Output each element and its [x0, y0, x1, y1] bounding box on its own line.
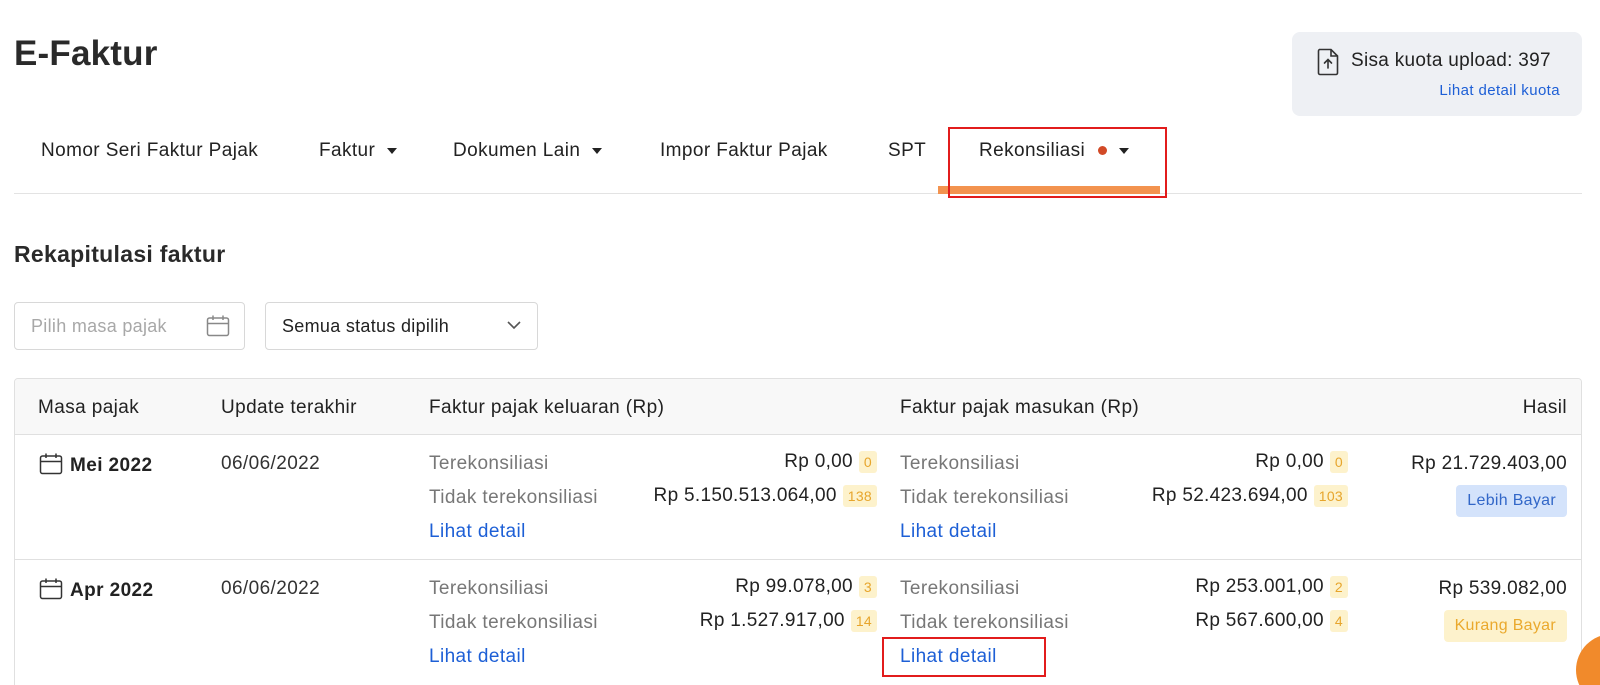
nav-item-impor[interactable]: Impor Faktur Pajak — [660, 140, 828, 162]
nav-item-spt[interactable]: SPT — [888, 140, 926, 162]
nav-item-label: Impor Faktur Pajak — [660, 140, 828, 161]
count-badge: 0 — [1329, 451, 1348, 473]
output-unreconciled-amount: Rp 5.150.513.064,00 138 — [654, 485, 877, 507]
period-picker-placeholder: Pilih masa pajak — [31, 316, 167, 336]
updated-date: 06/06/2022 — [221, 578, 321, 599]
page-title: E-Faktur — [14, 34, 158, 73]
count-badge: 4 — [1329, 610, 1348, 632]
highlight-input-detail-link — [882, 637, 1046, 677]
column-header-result: Hasil — [1522, 397, 1567, 418]
output-reconciled-label: Terekonsiliasi — [429, 578, 549, 599]
count-badge: 0 — [858, 451, 877, 473]
recap-table: Masa pajak Update terakhir Faktur pajak … — [14, 378, 1582, 685]
column-header-output: Faktur pajak keluaran (Rp) — [429, 397, 665, 418]
status-select-value: Semua status dipilih — [282, 316, 450, 336]
amount-value: Rp 52.423.694,00 — [1151, 485, 1308, 506]
result-amount: Rp 539.082,00 — [1438, 578, 1567, 599]
amount-value: Rp 99.078,00 — [735, 576, 853, 597]
input-reconciled-amount: Rp 0,00 0 — [1255, 451, 1348, 473]
input-unreconciled-amount: Rp 52.423.694,00 103 — [1152, 485, 1348, 507]
output-detail-link[interactable]: Lihat detail — [429, 521, 526, 543]
count-badge: 3 — [858, 576, 877, 598]
input-unreconciled-label: Tidak terekonsiliasi — [900, 612, 1069, 633]
input-reconciled-label: Terekonsiliasi — [900, 453, 1020, 474]
section-title: Rekapitulasi faktur — [14, 241, 226, 267]
period-picker[interactable]: Pilih masa pajak — [14, 302, 245, 350]
column-header-input: Faktur pajak masukan (Rp) — [900, 397, 1140, 418]
table-row: Apr 2022 06/06/2022 Terekonsiliasi Rp 99… — [15, 559, 1581, 683]
quota-label: Sisa kuota upload: 397 — [1351, 50, 1551, 71]
count-badge: 2 — [1329, 576, 1348, 598]
count-badge: 14 — [850, 610, 877, 632]
status-badge: Kurang Bayar — [1443, 610, 1567, 642]
amount-value: Rp 0,00 — [784, 451, 853, 472]
output-reconciled-amount: Rp 0,00 0 — [784, 451, 877, 473]
period-label: Apr 2022 — [70, 580, 154, 601]
output-detail-link[interactable]: Lihat detail — [429, 646, 526, 668]
main-nav: Nomor Seri Faktur Pajak Faktur Dokumen L… — [14, 128, 1582, 194]
table-header: Masa pajak Update terakhir Faktur pajak … — [15, 379, 1581, 435]
status-badge: Lebih Bayar — [1456, 485, 1567, 517]
caret-down-icon — [592, 148, 603, 154]
nav-item-label: Faktur — [319, 140, 376, 161]
result-amount: Rp 21.729.403,00 — [1411, 453, 1567, 474]
chevron-down-icon — [507, 321, 521, 330]
nav-item-label: Nomor Seri Faktur Pajak — [41, 140, 259, 161]
amount-value: Rp 5.150.513.064,00 — [653, 485, 837, 506]
updated-date: 06/06/2022 — [221, 453, 321, 474]
output-unreconciled-label: Tidak terekonsiliasi — [429, 612, 598, 633]
calendar-icon — [206, 315, 230, 337]
nav-item-label: Dokumen Lain — [453, 140, 581, 161]
calendar-icon — [39, 578, 63, 600]
highlight-rekonsiliasi-tab — [948, 127, 1167, 198]
count-badge: 138 — [842, 485, 877, 507]
calendar-icon — [39, 453, 63, 475]
nav-item-faktur[interactable]: Faktur — [319, 140, 398, 162]
input-reconciled-amount: Rp 253.001,00 2 — [1195, 576, 1348, 598]
input-reconciled-label: Terekonsiliasi — [900, 578, 1020, 599]
output-unreconciled-amount: Rp 1.527.917,00 14 — [700, 610, 877, 632]
input-unreconciled-label: Tidak terekonsiliasi — [900, 487, 1069, 508]
amount-value: Rp 1.527.917,00 — [699, 610, 845, 631]
output-reconciled-amount: Rp 99.078,00 3 — [735, 576, 877, 598]
quota-detail-link[interactable]: Lihat detail kuota — [1439, 82, 1560, 99]
upload-file-icon — [1317, 48, 1339, 76]
output-reconciled-label: Terekonsiliasi — [429, 453, 549, 474]
status-select[interactable]: Semua status dipilih — [265, 302, 538, 350]
count-badge: 103 — [1313, 485, 1348, 507]
input-detail-link[interactable]: Lihat detail — [900, 521, 997, 543]
nav-item-dokumen-lain[interactable]: Dokumen Lain — [453, 140, 603, 162]
output-unreconciled-label: Tidak terekonsiliasi — [429, 487, 598, 508]
caret-down-icon — [387, 148, 398, 154]
nav-item-label: SPT — [888, 140, 927, 161]
quota-box: Sisa kuota upload: 397 Lihat detail kuot… — [1292, 32, 1582, 116]
column-header-updated: Update terakhir — [221, 397, 357, 418]
input-unreconciled-amount: Rp 567.600,00 4 — [1195, 610, 1348, 632]
table-row: Mei 2022 06/06/2022 Terekonsiliasi Rp 0,… — [15, 435, 1581, 559]
column-header-period: Masa pajak — [38, 397, 140, 418]
amount-value: Rp 567.600,00 — [1195, 610, 1324, 631]
nav-item-nomor-seri[interactable]: Nomor Seri Faktur Pajak — [41, 140, 258, 162]
amount-value: Rp 0,00 — [1255, 451, 1324, 472]
period-label: Mei 2022 — [70, 455, 153, 476]
amount-value: Rp 253.001,00 — [1195, 576, 1324, 597]
